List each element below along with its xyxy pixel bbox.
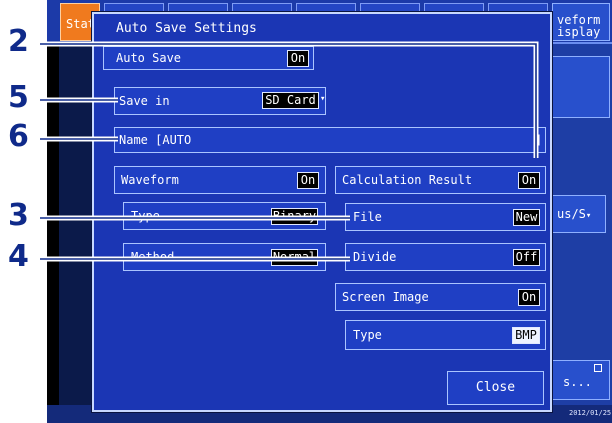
callout-2: 2 [8,24,29,59]
callout-4: 4 [8,239,29,274]
callout-3: 3 [8,198,29,233]
callout-5: 5 [8,80,29,115]
callout-leaders [40,41,539,262]
callout-6: 6 [8,119,29,154]
